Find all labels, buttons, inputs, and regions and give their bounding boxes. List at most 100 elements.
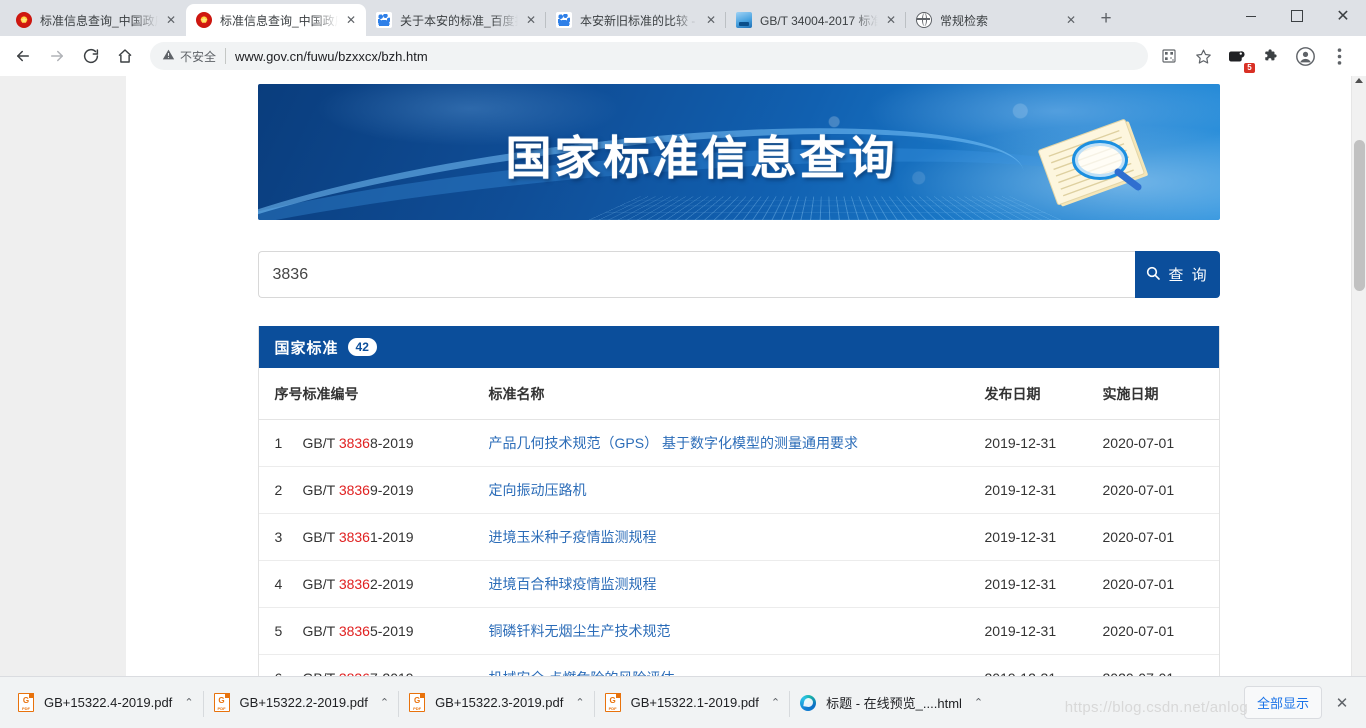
download-item[interactable]: 标题 - 在线预览_....html ⌃: [789, 683, 993, 723]
download-file-name: GB+15322.1-2019.pdf: [630, 695, 759, 710]
forward-icon[interactable]: [42, 41, 72, 71]
code-prefix: GB/T: [302, 482, 339, 498]
tab-close-icon[interactable]: ✕: [522, 11, 540, 29]
pdf-icon: G PDF: [18, 693, 34, 712]
close-shelf-icon[interactable]: ✕: [1328, 694, 1356, 712]
tab-title: 本安新旧标准的比较 - 下: [580, 13, 698, 28]
tab-title: 标准信息查询_中国政府: [40, 13, 158, 28]
results-count-badge: 42: [347, 338, 377, 356]
standard-name-link[interactable]: 铜磷钎料无烟尘生产技术规范: [489, 623, 671, 639]
code-match-highlight: 3836: [338, 529, 370, 545]
tab-close-icon[interactable]: ✕: [882, 11, 900, 29]
maximize-button[interactable]: [1274, 0, 1320, 32]
chrome-menu-icon[interactable]: [1324, 41, 1354, 71]
cell-code: GB/T 38368-2019: [302, 419, 489, 467]
cell-implemented: 2020-07-01: [1102, 560, 1219, 608]
search-input[interactable]: [257, 251, 1135, 298]
scrollbar-thumb[interactable]: [1354, 140, 1365, 291]
search-bar: 查 询: [257, 251, 1220, 298]
pdf-icon: G PDF: [213, 693, 230, 712]
download-file-name: 标题 - 在线预览_....html: [826, 696, 962, 711]
minimize-button[interactable]: [1228, 0, 1274, 32]
document-icon: [736, 12, 752, 28]
browser-tab-4[interactable]: 本安新旧标准的比较 - 下 ✕: [545, 4, 726, 36]
download-item[interactable]: G PDF GB+15322.2-2019.pdf ⌃: [202, 683, 400, 723]
china-emblem-icon: [16, 12, 32, 28]
address-bar[interactable]: 不安全 www.gov.cn/fuwu/bzxxcx/bzh.htm: [150, 42, 1148, 70]
qr-code-icon[interactable]: [1154, 41, 1184, 71]
download-menu-chevron-icon[interactable]: ⌃: [184, 696, 193, 709]
tab-close-icon[interactable]: ✕: [1062, 11, 1080, 29]
cell-name: 进境玉米种子疫情监测规程: [488, 513, 985, 561]
download-shelf: G PDF GB+15322.4-2019.pdf ⌃ G PDF GB+15322.2-2…: [0, 676, 1366, 728]
download-item[interactable]: G PDF GB+15322.3-2019.pdf ⌃: [398, 683, 595, 723]
download-menu-chevron-icon[interactable]: ⌃: [771, 696, 780, 709]
download-menu-chevron-icon[interactable]: ⌃: [575, 696, 584, 709]
standard-name-link[interactable]: 产品几何技术规范（GPS） 基于数字化模型的测量通用要求: [489, 435, 858, 451]
book-with-magnifier-icon: [1022, 110, 1172, 210]
download-item[interactable]: G PDF GB+15322.4-2019.pdf ⌃: [8, 683, 204, 723]
download-item[interactable]: G PDF GB+15322.1-2019.pdf ⌃: [593, 683, 791, 723]
back-icon[interactable]: [8, 41, 38, 71]
cell-name: 机械安全 点燃危险的风险评估: [488, 654, 985, 676]
cell-code: GB/T 38369-2019: [302, 466, 489, 514]
table-row: 3 GB/T 38361-2019 进境玉米种子疫情监测规程 2019-12-31 20…: [258, 513, 1219, 561]
code-prefix: GB/T: [302, 576, 339, 592]
security-status[interactable]: 不安全: [162, 48, 216, 65]
new-tab-button[interactable]: +: [1092, 6, 1120, 34]
toolbar-actions: 5: [1154, 41, 1358, 73]
tab-close-icon[interactable]: ✕: [342, 11, 360, 29]
show-all-downloads-button[interactable]: 全部显示: [1243, 686, 1322, 719]
cell-no: 1: [258, 419, 303, 467]
cell-name: 进境百合种球疫情监测规程: [488, 560, 985, 608]
column-header-no: 序号: [258, 368, 303, 420]
tab-title: 标准信息查询_中国政府: [220, 13, 338, 28]
cell-implemented: 2020-07-01: [1102, 419, 1219, 467]
tab-close-icon[interactable]: ✕: [162, 11, 180, 29]
cell-no: 5: [258, 607, 303, 655]
cell-published: 2019-12-31: [984, 560, 1103, 608]
search-icon: [1145, 265, 1161, 285]
tab-title: GB/T 34004-2017 标准: [760, 13, 878, 28]
column-header-implemented: 实施日期: [1102, 368, 1219, 420]
extensions-puzzle-icon[interactable]: [1256, 41, 1286, 71]
standard-name-link[interactable]: 定向振动压路机: [489, 482, 587, 498]
tab-close-icon[interactable]: ✕: [702, 11, 720, 29]
scroll-up-icon[interactable]: [1355, 78, 1363, 83]
browser-tab-2[interactable]: 标准信息查询_中国政府 ✕: [186, 4, 366, 36]
code-match-highlight: 3836: [338, 435, 370, 451]
table-body: 1 GB/T 38368-2019 产品几何技术规范（GPS） 基于数字化模型的测量…: [258, 419, 1219, 676]
cell-implemented: 2020-07-01: [1102, 654, 1219, 676]
bookmark-star-icon[interactable]: [1188, 41, 1218, 71]
cell-implemented: 2020-07-01: [1102, 466, 1219, 514]
table-row: 1 GB/T 38368-2019 产品几何技术规范（GPS） 基于数字化模型的测量…: [258, 419, 1219, 467]
reload-icon[interactable]: [76, 41, 106, 71]
cell-code: GB/T 38362-2019: [302, 560, 489, 608]
cell-implemented: 2020-07-01: [1102, 607, 1219, 655]
cell-published: 2019-12-31: [984, 419, 1103, 467]
profile-avatar-icon[interactable]: [1290, 41, 1320, 71]
extension-with-badge-icon[interactable]: 5: [1222, 41, 1255, 73]
code-suffix: 2-2019: [369, 576, 414, 592]
window-close-button[interactable]: ✕: [1320, 0, 1366, 32]
browser-tab-5[interactable]: GB/T 34004-2017 标准 ✕: [725, 4, 906, 36]
browser-tab-1[interactable]: 标准信息查询_中国政府 ✕: [6, 4, 186, 36]
baidu-icon: [376, 12, 392, 28]
page-scrollbar[interactable]: [1351, 76, 1366, 676]
code-match-highlight: 3836: [338, 482, 370, 498]
cell-published: 2019-12-31: [984, 466, 1103, 514]
code-suffix: 8-2019: [369, 435, 414, 451]
page-viewport: 国家标准信息查询 3836 查 询 国家标准 42 序号 标准编号 标准名称 发…: [0, 76, 1366, 676]
download-menu-chevron-icon[interactable]: ⌃: [380, 696, 389, 709]
standard-name-link[interactable]: 进境百合种球疫情监测规程: [489, 576, 657, 592]
column-header-published: 发布日期: [984, 368, 1103, 420]
china-emblem-icon: [196, 12, 212, 28]
browser-tab-6[interactable]: 常规检索 ✕: [905, 4, 1086, 36]
code-match-highlight: 3836: [338, 576, 370, 592]
standard-name-link[interactable]: 进境玉米种子疫情监测规程: [489, 529, 657, 545]
home-icon[interactable]: [110, 41, 140, 71]
download-menu-chevron-icon[interactable]: ⌃: [974, 696, 983, 709]
browser-tab-3[interactable]: 关于本安的标准_百度搜 ✕: [366, 4, 546, 36]
cell-implemented: 2020-07-01: [1102, 513, 1219, 561]
search-button[interactable]: 查 询: [1134, 251, 1220, 298]
